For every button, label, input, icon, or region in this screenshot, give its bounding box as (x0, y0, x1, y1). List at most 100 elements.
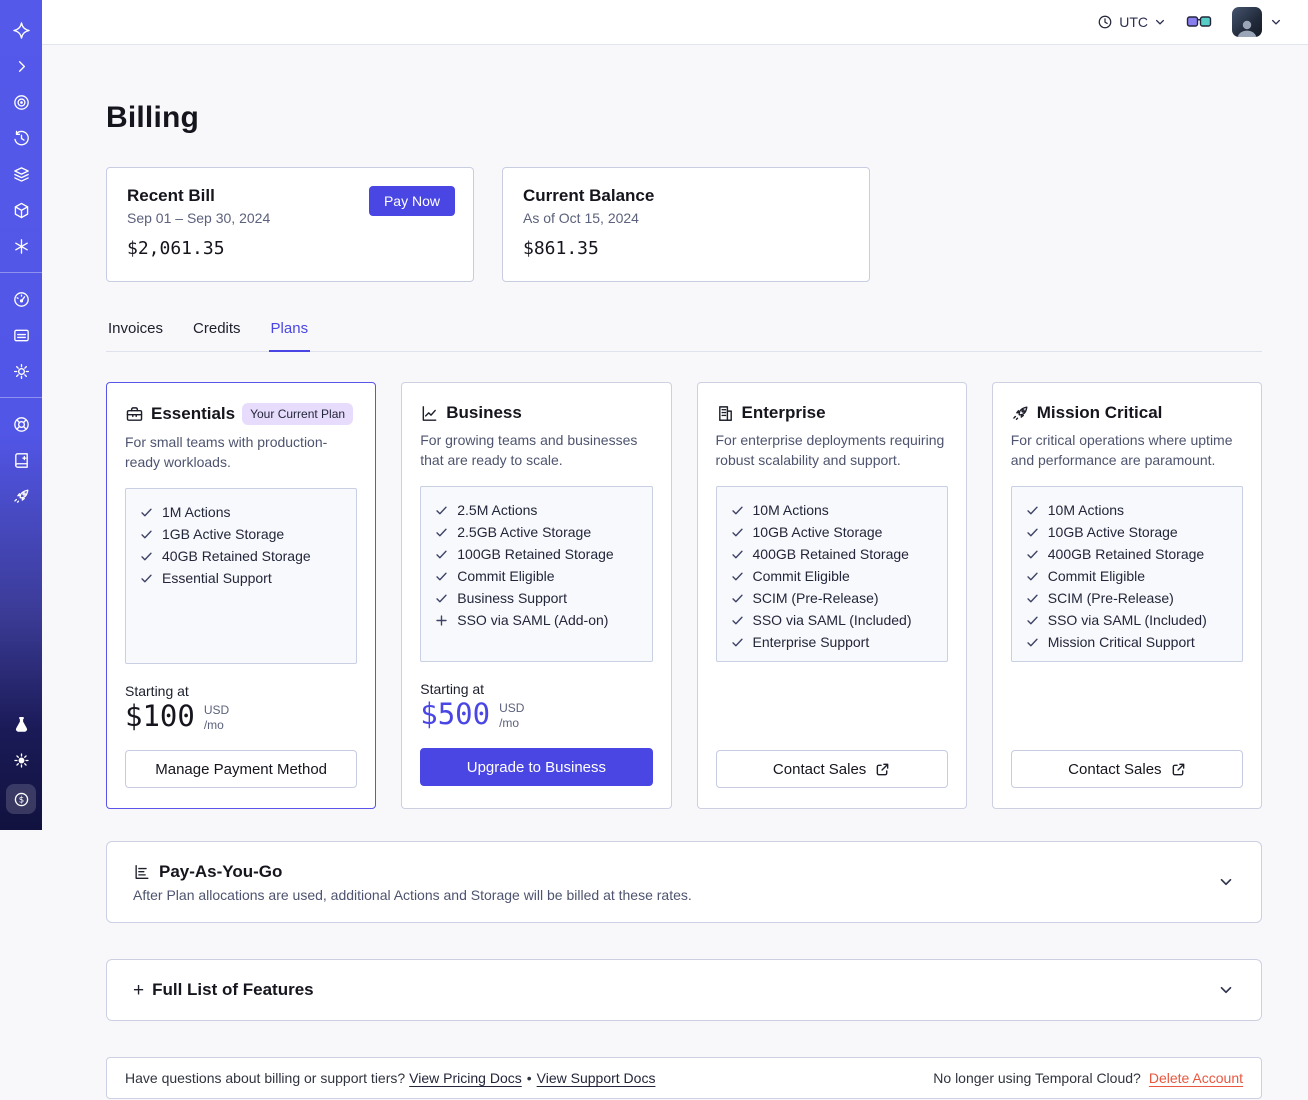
plan-feature: Commit Eligible (435, 565, 641, 587)
usage-gauge-icon[interactable] (8, 287, 34, 311)
check-icon (1027, 638, 1038, 646)
contact-sales-button[interactable]: Contact Sales (715, 750, 948, 788)
chart-icon (420, 404, 439, 423)
plan-feature: Business Support (435, 587, 641, 609)
check-icon (731, 550, 743, 558)
plus-icon: + (133, 979, 145, 1001)
current-balance-amount: $861.35 (523, 238, 599, 259)
current-plan-badge: Your Current Plan (242, 403, 354, 425)
plan-features: 1M Actions 1GB Active Storage 40GB Retai… (125, 488, 358, 664)
plan-description: For enterprise deployments requiring rob… (715, 432, 945, 469)
plan-feature: 100GB Retained Storage (435, 543, 641, 565)
expand-chevron-icon[interactable] (8, 54, 34, 78)
check-icon (436, 506, 447, 514)
paygo-title: Pay-As-You-Go (159, 861, 283, 881)
schedules-clock-icon[interactable] (8, 126, 34, 150)
plan-name: Mission Critical (1036, 403, 1163, 422)
current-balance-card: Current Balance As of Oct 15, 2024 $861.… (502, 167, 870, 282)
plan-name: Essentials (151, 404, 236, 423)
check-icon (436, 572, 447, 580)
user-avatar (1232, 7, 1262, 37)
check-icon (1027, 550, 1038, 558)
plan-price-section: Starting at $500 USD/mo (420, 681, 525, 731)
upgrade-business-button[interactable]: Upgrade to Business (420, 748, 653, 786)
chevron-down-icon (1220, 878, 1232, 886)
plan-features: 10M Actions 10GB Active Storage 400GB Re… (715, 486, 948, 662)
timezone-label: UTC (1119, 14, 1148, 30)
check-icon (731, 528, 743, 536)
recent-bill-amount: $2,061.35 (127, 238, 225, 259)
check-icon (436, 528, 447, 536)
toolbox-icon (125, 405, 144, 424)
plus-icon (436, 614, 447, 626)
user-menu[interactable] (1232, 7, 1282, 37)
current-balance-title: Current Balance (523, 186, 655, 205)
plan-feature: Enterprise Support (731, 631, 937, 653)
sidebar-divider (0, 272, 42, 273)
docs-book-icon[interactable] (8, 448, 34, 472)
full-features-title: Full List of Features (152, 980, 314, 999)
stacks-layers-icon[interactable] (8, 162, 34, 186)
building-icon (716, 404, 735, 423)
settings-gear-icon[interactable] (8, 359, 34, 383)
plan-feature: SCIM (Pre-Release) (731, 587, 937, 609)
check-icon (1027, 528, 1038, 536)
contact-sales-button[interactable]: Contact Sales (1010, 750, 1243, 788)
timezone-selector[interactable]: UTC (1097, 14, 1166, 30)
plan-card-essentials: Essentials Your Current Plan For small t… (106, 382, 377, 809)
check-icon (731, 506, 743, 514)
delete-account-link[interactable]: Delete Account (1149, 1070, 1243, 1086)
billing-footer: Have questions about billing or support … (106, 1057, 1262, 1099)
plan-feature: 1GB Active Storage (140, 523, 346, 545)
rocket-icon (1011, 404, 1030, 423)
getting-started-rocket-icon[interactable] (8, 484, 34, 508)
recent-bill-card: Recent Bill Sep 01 – Sep 30, 2024 $2,061… (106, 167, 474, 282)
chevron-down-icon (1271, 19, 1281, 25)
chevron-down-icon (1220, 986, 1232, 994)
check-icon (1027, 506, 1038, 514)
invoices-panel-icon[interactable] (8, 323, 34, 347)
tab-credits[interactable]: Credits (191, 320, 243, 351)
support-lifebuoy-icon[interactable] (8, 412, 34, 436)
topbar: UTC (42, 0, 1308, 45)
bar-chart-icon (135, 864, 149, 879)
temporal-logo-icon[interactable] (8, 18, 34, 42)
pay-now-button[interactable]: Pay Now (368, 186, 455, 216)
check-icon (731, 572, 743, 580)
labs-flask-icon[interactable] (8, 712, 34, 736)
plan-feature: SSO via SAML (Included) (731, 609, 937, 631)
view-support-docs-link[interactable]: View Support Docs (537, 1070, 656, 1086)
deployments-cube-icon[interactable] (8, 198, 34, 222)
plans-grid: Essentials Your Current Plan For small t… (106, 382, 1262, 809)
plan-feature: SSO via SAML (Add-on) (435, 609, 641, 631)
main-content: Billing Recent Bill Sep 01 – Sep 30, 202… (42, 45, 1308, 1099)
plan-feature: Mission Critical Support (1026, 631, 1232, 653)
plan-feature: 10M Actions (731, 499, 937, 521)
manage-payment-button[interactable]: Manage Payment Method (125, 750, 358, 788)
plan-feature: SSO via SAML (Included) (1026, 609, 1232, 631)
plan-price: $100 (125, 699, 195, 733)
plan-feature: 10GB Active Storage (1026, 521, 1232, 543)
current-balance-asof: As of Oct 15, 2024 (523, 210, 639, 226)
glasses-icon[interactable] (1186, 14, 1212, 30)
plan-features: 2.5M Actions 2.5GB Active Storage 100GB … (420, 486, 653, 662)
plan-feature: Commit Eligible (1026, 565, 1232, 587)
plan-feature: Essential Support (140, 567, 346, 589)
check-icon (731, 638, 743, 646)
plan-description: For growing teams and businesses that ar… (420, 432, 638, 469)
plan-card-mission-critical: Mission Critical For critical operations… (991, 382, 1262, 809)
paygo-accordion[interactable]: Pay-As-You-Go After Plan allocations are… (106, 841, 1262, 923)
tab-plans[interactable]: Plans (268, 320, 311, 352)
check-icon (436, 550, 447, 558)
billing-dollar-coin-icon[interactable]: $ (6, 784, 36, 814)
asterisk-icon[interactable] (8, 234, 34, 258)
namespaces-target-icon[interactable] (8, 90, 34, 114)
full-features-accordion[interactable]: + Full List of Features (106, 959, 1262, 1021)
footer-help-text: Have questions about billing or support … (125, 1070, 656, 1086)
plan-card-enterprise: Enterprise For enterprise deployments re… (696, 382, 967, 809)
view-pricing-docs-link[interactable]: View Pricing Docs (409, 1070, 522, 1086)
plan-feature: 40GB Retained Storage (140, 545, 346, 567)
check-icon (1027, 616, 1038, 624)
tab-invoices[interactable]: Invoices (106, 320, 165, 351)
theme-sun-icon[interactable] (8, 748, 34, 772)
